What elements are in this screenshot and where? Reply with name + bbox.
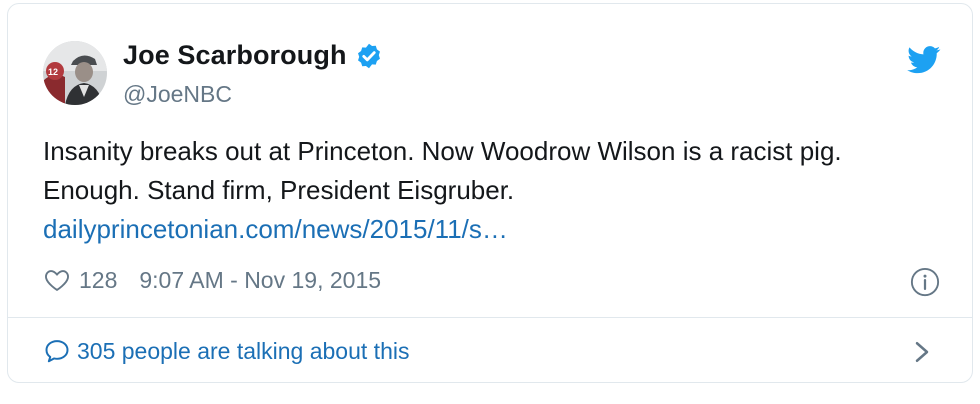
tweet-link[interactable]: dailyprincetonian.com/news/2015/11/s… (43, 214, 508, 244)
timestamp[interactable]: 9:07 AM - Nov 19, 2015 (139, 267, 381, 294)
speech-bubble-icon (43, 337, 71, 365)
svg-text:12: 12 (48, 67, 58, 77)
conversation-link[interactable]: 305 people are talking about this (43, 337, 943, 365)
tweet-text: Insanity breaks out at Princeton. Now Wo… (43, 132, 943, 249)
chevron-right-icon[interactable] (911, 337, 933, 367)
tweet-text-line: Enough. Stand firm, President Eisgruber. (43, 175, 515, 205)
author-name-row[interactable]: Joe Scarborough (123, 40, 383, 71)
verified-badge-icon (355, 42, 383, 70)
tweet-card[interactable]: 12 Joe Scarborough @JoeNBC Insanity brea… (7, 3, 973, 383)
talking-about-label[interactable]: 305 people are talking about this (77, 338, 409, 365)
twitter-bird-icon[interactable] (907, 46, 941, 74)
divider (8, 317, 972, 318)
display-name[interactable]: Joe Scarborough (123, 40, 347, 71)
heart-icon[interactable] (43, 266, 71, 294)
avatar[interactable]: 12 (43, 41, 107, 105)
tweet-text-line: Insanity breaks out at Princeton. Now Wo… (43, 136, 842, 166)
like-count[interactable]: 128 (79, 267, 117, 294)
author-handle[interactable]: @JoeNBC (123, 81, 232, 108)
avatar-image: 12 (43, 41, 107, 105)
info-icon[interactable] (910, 267, 940, 297)
tweet-meta: 128 9:07 AM - Nov 19, 2015 (43, 266, 381, 294)
